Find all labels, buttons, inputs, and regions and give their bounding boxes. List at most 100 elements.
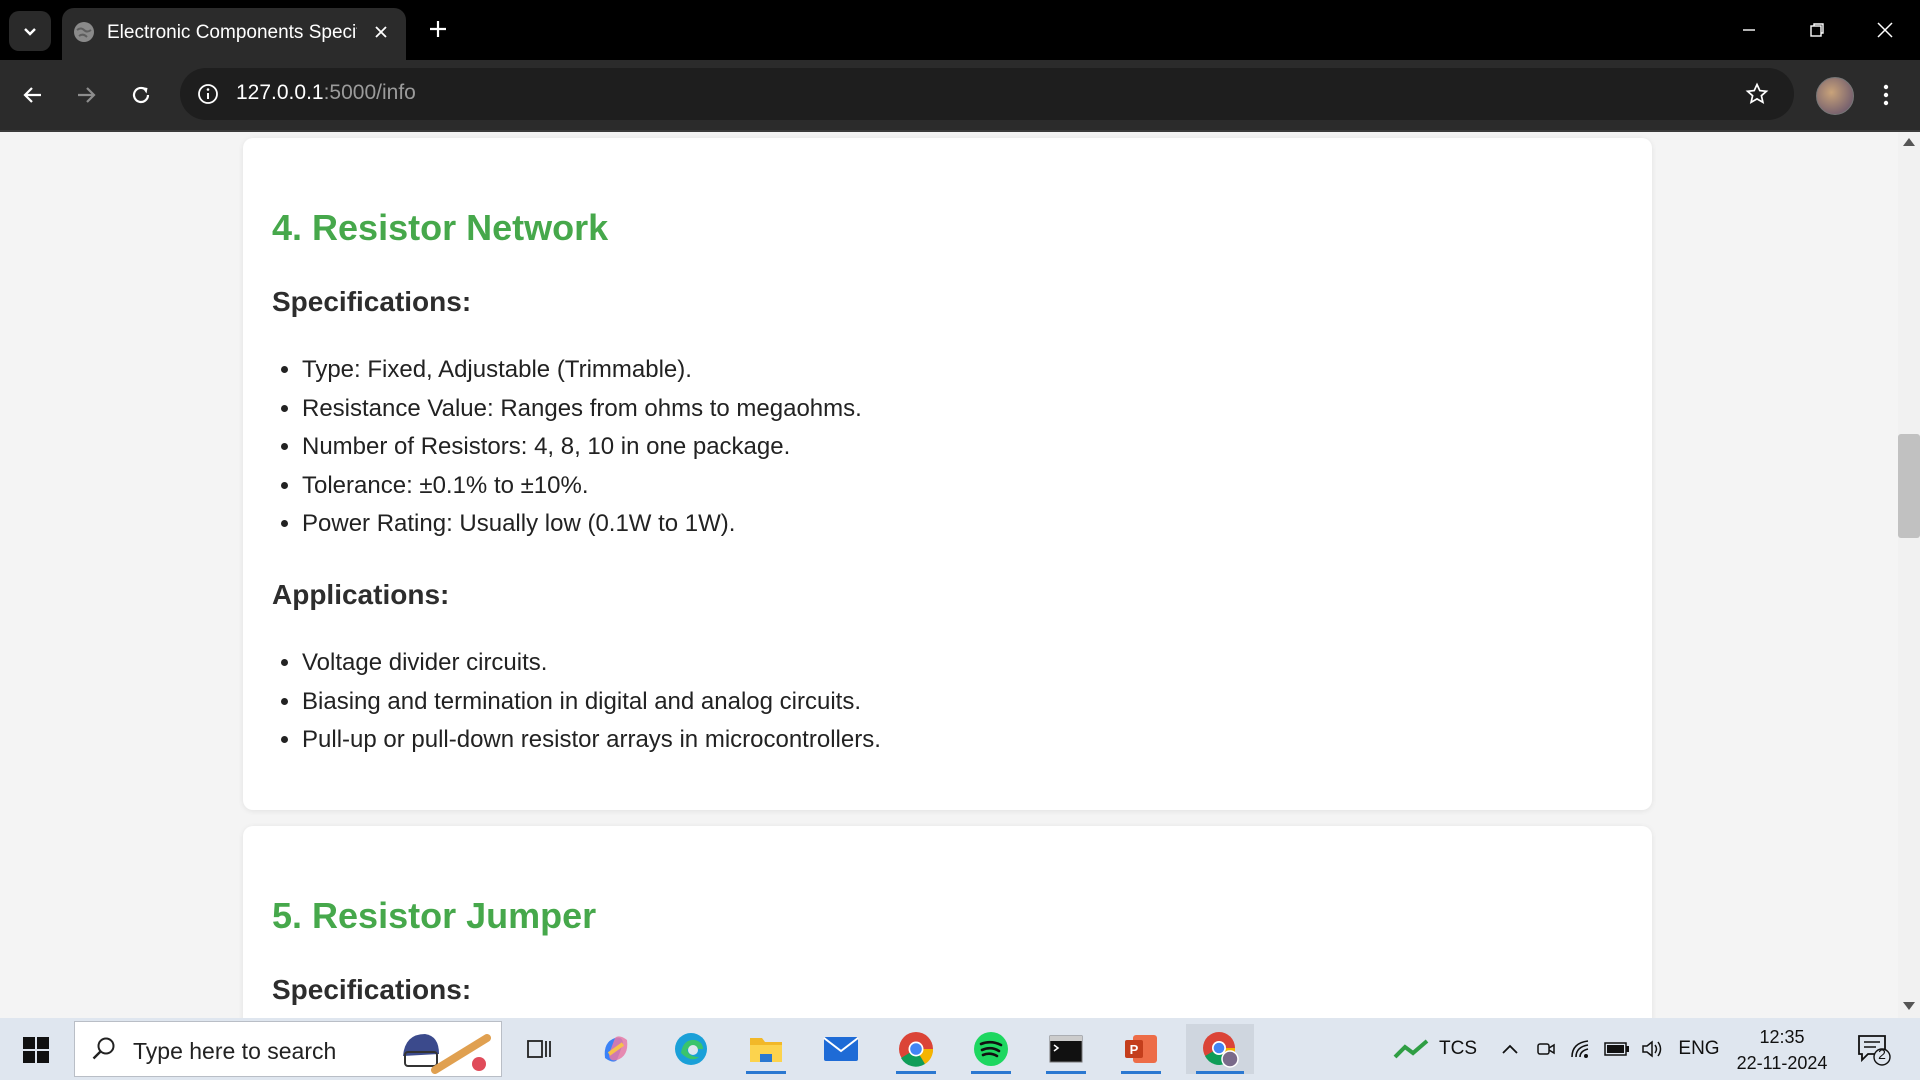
url-path: :5000/info: [323, 81, 416, 104]
list-item: Voltage divider circuits.: [302, 644, 881, 683]
close-icon: [375, 26, 387, 38]
forward-button[interactable]: [66, 75, 106, 115]
svg-text:P: P: [1130, 1042, 1139, 1057]
running-indicator: [1046, 1071, 1086, 1074]
camera-icon: [1537, 1043, 1555, 1055]
speaker-icon: [1642, 1040, 1662, 1058]
battery-button[interactable]: [1602, 1018, 1632, 1080]
network-button[interactable]: [1566, 1018, 1596, 1080]
stock-widget[interactable]: TCS: [1380, 1018, 1490, 1080]
page-scrollbar[interactable]: [1898, 132, 1920, 1018]
notification-center-button[interactable]: 2: [1856, 1032, 1892, 1068]
chevron-up-icon: [1502, 1044, 1518, 1054]
start-button[interactable]: [14, 1033, 58, 1067]
chrome-button[interactable]: [886, 1024, 946, 1074]
spotify-button[interactable]: [961, 1024, 1021, 1074]
battery-icon: [1604, 1042, 1629, 1056]
cricket-helmet-icon: [403, 1034, 491, 1074]
running-indicator: [971, 1071, 1011, 1074]
close-icon: [1877, 22, 1893, 38]
terminal-icon: [1049, 1035, 1083, 1063]
minimize-icon: [1743, 29, 1755, 31]
url-host: 127.0.0.1: [236, 81, 324, 104]
clock[interactable]: 12:35 22-11-2024: [1728, 1024, 1836, 1076]
reload-button[interactable]: [121, 75, 161, 115]
meet-now-button[interactable]: [1532, 1018, 1560, 1080]
specifications-list: Type: Fixed, Adjustable (Trimmable). Res…: [272, 351, 862, 544]
show-hidden-icons-button[interactable]: [1496, 1018, 1524, 1080]
browser-menu-button[interactable]: [1871, 75, 1901, 115]
star-icon: [1745, 82, 1769, 105]
tab-close-button[interactable]: [368, 19, 394, 45]
language-indicator[interactable]: ENG: [1674, 1018, 1724, 1080]
clock-date: 22-11-2024: [1736, 1053, 1828, 1073]
running-indicator: [896, 1071, 936, 1074]
specifications-heading: Specifications:: [272, 286, 472, 317]
back-button[interactable]: [13, 75, 53, 115]
terminal-button[interactable]: [1036, 1024, 1096, 1074]
chevron-down-icon: [24, 28, 36, 36]
folder-icon: [750, 1038, 782, 1062]
chrome-icon: [899, 1032, 934, 1067]
spotify-icon: [974, 1032, 1008, 1066]
list-item: Power Rating: Usually low (0.1W to 1W).: [302, 505, 862, 544]
address-bar[interactable]: 127.0.0.1:5000/info: [180, 68, 1794, 120]
powerpoint-button[interactable]: P: [1111, 1024, 1171, 1074]
stock-trend-icon: [1393, 1039, 1429, 1059]
component-card: 4. Resistor Network Specifications: Type…: [243, 138, 1652, 810]
new-tab-button[interactable]: [422, 13, 454, 45]
edge-button[interactable]: [661, 1024, 721, 1074]
taskbar-search-box[interactable]: Type here to search: [74, 1021, 502, 1077]
minimize-button[interactable]: [1724, 10, 1774, 50]
scroll-down-arrow-icon[interactable]: [1903, 1002, 1915, 1010]
task-view-icon: [527, 1040, 551, 1058]
list-item: Tolerance: ±0.1% to ±10%.: [302, 467, 862, 506]
chrome-profile-button[interactable]: [1186, 1024, 1254, 1074]
running-indicator: [746, 1071, 786, 1074]
windows-taskbar: Type here to search P TCS ENG 12:35 22-1…: [0, 1018, 1920, 1080]
edge-icon: [675, 1033, 707, 1065]
info-icon: [198, 84, 218, 104]
search-placeholder: Type here to search: [133, 1038, 337, 1064]
scrollbar-thumb[interactable]: [1898, 434, 1920, 538]
close-window-button[interactable]: [1860, 10, 1910, 50]
list-item: Number of Resistors: 4, 8, 10 in one pac…: [302, 428, 862, 467]
search-icon: [92, 1037, 115, 1060]
applications-list: Voltage divider circuits. Biasing and te…: [272, 644, 881, 760]
task-view-button[interactable]: [510, 1024, 570, 1074]
more-vertical-icon: [1883, 84, 1889, 106]
scroll-up-arrow-icon[interactable]: [1903, 138, 1915, 146]
windows-logo-icon: [23, 1037, 49, 1063]
wifi-icon: [1571, 1040, 1589, 1058]
profile-avatar[interactable]: [1816, 77, 1854, 115]
reload-icon: [132, 86, 150, 104]
clock-time: 12:35: [1759, 1027, 1805, 1047]
globe-icon: [74, 22, 94, 42]
restore-button[interactable]: [1792, 10, 1842, 50]
site-info-button[interactable]: [194, 80, 222, 108]
stock-label: TCS: [1439, 1038, 1477, 1059]
arrow-right-icon: [78, 87, 96, 103]
file-explorer-button[interactable]: [736, 1024, 796, 1074]
browser-tab-strip: Electronic Components Specific: [0, 0, 1920, 60]
list-item: Type: Fixed, Adjustable (Trimmable).: [302, 351, 862, 390]
section-title: 5. Resistor Jumper: [272, 895, 597, 936]
page-viewport: 4. Resistor Network Specifications: Type…: [0, 132, 1898, 1018]
volume-button[interactable]: [1638, 1018, 1668, 1080]
list-item: Resistance Value: Ranges from ohms to me…: [302, 390, 862, 429]
tab-search-button[interactable]: [9, 11, 51, 51]
applications-heading: Applications:: [272, 579, 450, 610]
bookmark-button[interactable]: [1741, 78, 1773, 110]
active-tab[interactable]: Electronic Components Specific: [62, 8, 406, 60]
component-card: 5. Resistor Jumper Specifications:: [243, 826, 1652, 1018]
tab-title: Electronic Components Specific: [107, 22, 357, 43]
running-indicator: [1121, 1071, 1161, 1074]
running-indicator: [1196, 1071, 1244, 1074]
list-item: Biasing and termination in digital and a…: [302, 683, 881, 722]
restore-icon: [1810, 23, 1824, 37]
copilot-button[interactable]: [586, 1024, 646, 1074]
specifications-heading: Specifications:: [272, 974, 472, 1005]
section-title: 4. Resistor Network: [272, 207, 609, 248]
mail-icon: [823, 1037, 859, 1061]
mail-button[interactable]: [811, 1024, 871, 1074]
